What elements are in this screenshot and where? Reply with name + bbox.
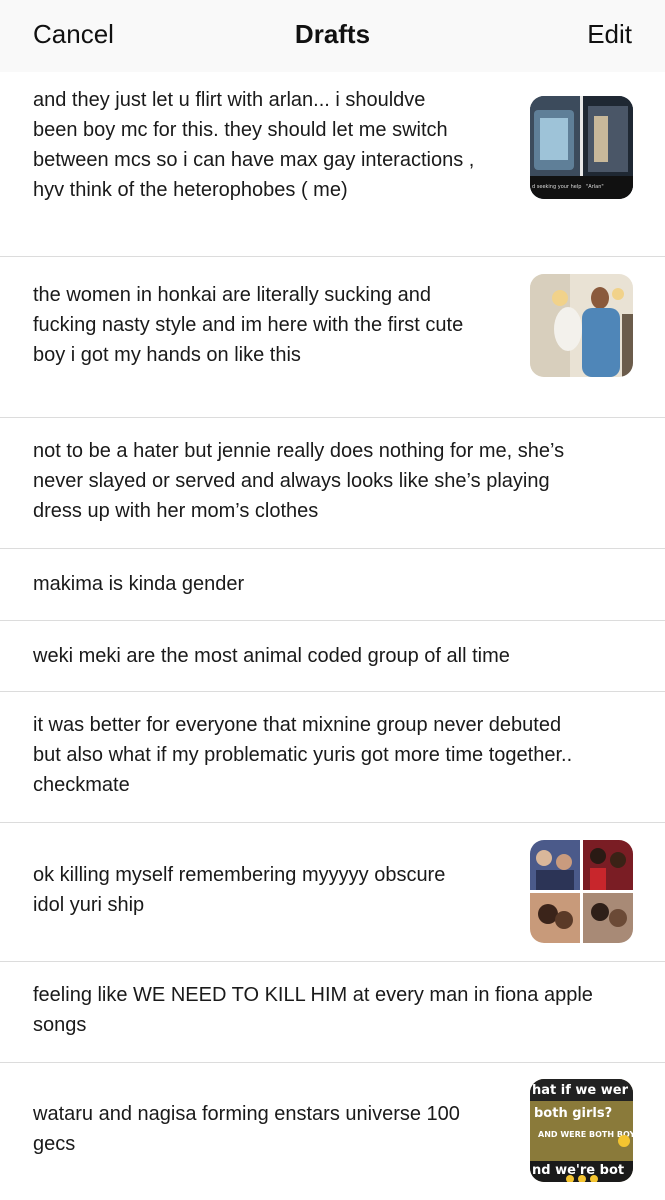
draft-thumbnail[interactable] <box>530 840 633 943</box>
thumbnail-caption: d seeking your help <box>532 184 581 190</box>
meme-caption: both girls? <box>534 1106 612 1121</box>
meme-caption: AND WERE BOTH BOYS <box>538 1130 633 1139</box>
navigation-bar: Cancel Drafts Edit <box>0 0 665 72</box>
page-title: Drafts <box>294 19 371 49</box>
draft-text: weki meki are the most animal coded grou… <box>33 645 510 667</box>
draft-item[interactable]: the women in honkai are literally suckin… <box>0 257 665 418</box>
draft-text: wataru and nagisa forming enstars univer… <box>33 1103 460 1155</box>
draft-text: it was better for everyone that mixnine … <box>33 714 573 796</box>
photo-collage-thumbnail <box>530 840 633 943</box>
meme-thumbnail: hat if we wer both girls? AND WERE BOTH … <box>530 1079 633 1182</box>
draft-text: the women in honkai are literally suckin… <box>33 284 464 366</box>
draft-item[interactable]: makima is kinda gender <box>0 549 665 621</box>
draft-text: and they just let u flirt with arlan... … <box>33 89 475 201</box>
draft-item[interactable]: ok killing myself remembering myyyyy obs… <box>0 823 665 962</box>
draft-thumbnail[interactable]: d seeking your help "Arlan" <box>530 96 633 199</box>
draft-thumbnail[interactable]: hat if we wer both girls? AND WERE BOTH … <box>530 1079 633 1182</box>
draft-text: not to be a hater but jennie really does… <box>33 440 565 522</box>
draft-item[interactable]: not to be a hater but jennie really does… <box>0 418 665 549</box>
game-screenshot-thumbnail: d seeking your help "Arlan" <box>530 96 633 199</box>
draft-item[interactable]: and they just let u flirt with arlan... … <box>0 72 665 257</box>
emoji-icon <box>618 1135 630 1147</box>
draft-item[interactable]: weki meki are the most animal coded grou… <box>0 621 665 692</box>
draft-item[interactable]: feeling like WE NEED TO KILL HIM at ever… <box>0 962 665 1063</box>
drafts-list: and they just let u flirt with arlan... … <box>0 72 665 1200</box>
draft-thumbnail[interactable] <box>530 274 633 377</box>
draft-item[interactable]: wataru and nagisa forming enstars univer… <box>0 1063 665 1200</box>
draft-text: makima is kinda gender <box>33 573 245 595</box>
meme-caption: hat if we wer <box>532 1083 629 1098</box>
draft-text: ok killing myself remembering myyyyy obs… <box>33 864 446 916</box>
draft-item[interactable]: it was better for everyone that mixnine … <box>0 692 665 823</box>
edit-button[interactable]: Edit <box>587 19 632 50</box>
meme-caption: nd we're bot <box>532 1163 624 1178</box>
photo-thumbnail <box>530 274 633 377</box>
thumbnail-caption: "Arlan" <box>586 184 604 190</box>
draft-text: feeling like WE NEED TO KILL HIM at ever… <box>33 984 593 1036</box>
